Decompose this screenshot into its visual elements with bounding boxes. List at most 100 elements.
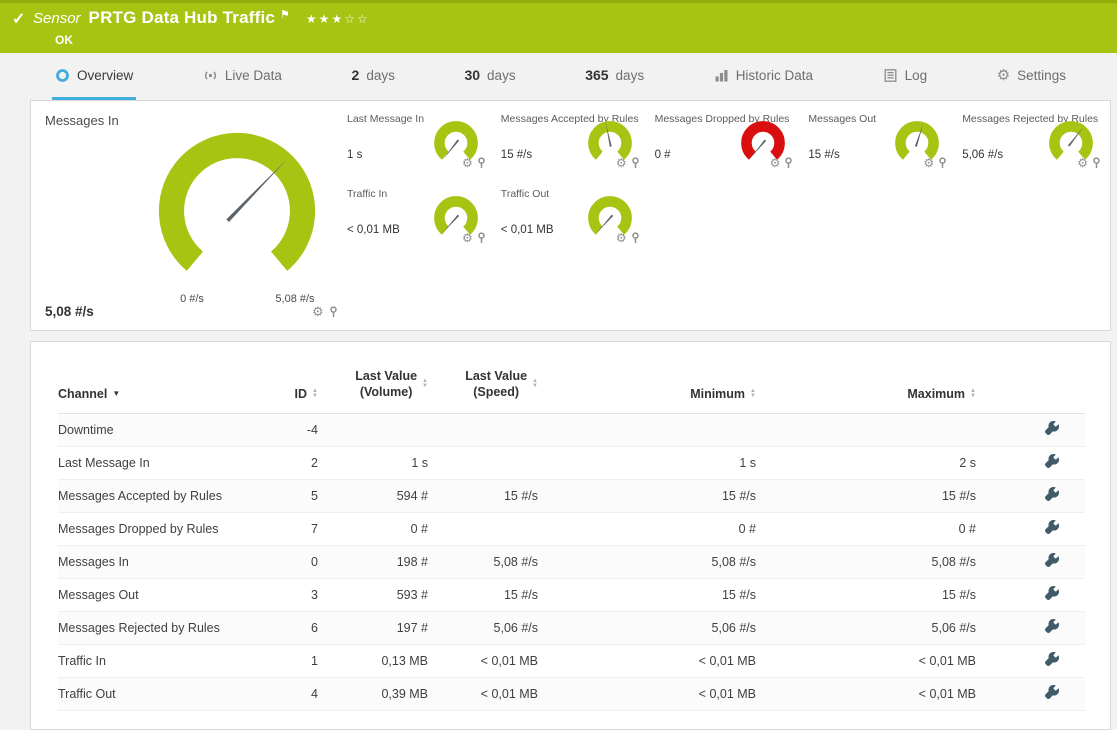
gauge-actions: ⚙ bbox=[1077, 157, 1102, 169]
tab-2-days[interactable]: ⚙ 2 days bbox=[349, 53, 398, 100]
gauge-traffic-out: Traffic Out < 0,01 MB ⚙ bbox=[495, 182, 649, 257]
channel-row[interactable]: Messages Dropped by Rules 7 0 # 0 # 0 # bbox=[58, 512, 1085, 545]
column-label: ID bbox=[295, 387, 308, 401]
channel-settings-wrench-icon[interactable] bbox=[1045, 652, 1059, 666]
prtg-sensor-page: ✓ Sensor PRTG Data Hub Traffic ⚑ ★★★☆☆ O… bbox=[0, 0, 1117, 730]
gauge-pin-icon[interactable] bbox=[630, 232, 641, 244]
tab-365-days[interactable]: ⚙ 365 days bbox=[582, 53, 647, 100]
channel-row[interactable]: Messages Out 3 593 # 15 #/s 15 #/s 15 #/… bbox=[58, 578, 1085, 611]
gauge-settings-gear-icon[interactable]: ⚙ bbox=[616, 232, 627, 244]
gauge-value: 5,08 #/s bbox=[45, 304, 94, 319]
gauge-settings-gear-icon[interactable]: ⚙ bbox=[770, 157, 781, 169]
channel-settings-wrench-icon[interactable] bbox=[1045, 520, 1059, 534]
column-header-channel[interactable]: Channel▼ bbox=[58, 387, 120, 401]
channel-id: -4 bbox=[288, 413, 318, 446]
minimum-value: 5,06 #/s bbox=[538, 611, 756, 644]
channel-row[interactable]: Messages Accepted by Rules 5 594 # 15 #/… bbox=[58, 479, 1085, 512]
gauge-settings-gear-icon[interactable]: ⚙ bbox=[462, 232, 473, 244]
gauge-settings-gear-icon[interactable]: ⚙ bbox=[923, 157, 934, 169]
tab-overview[interactable]: ⚙ Overview bbox=[52, 53, 136, 100]
minimum-value: 15 #/s bbox=[538, 578, 756, 611]
gauge-pin-icon[interactable] bbox=[1091, 157, 1102, 169]
column-header-id[interactable]: ID▲▼ bbox=[295, 387, 318, 401]
channel-settings-wrench-icon[interactable] bbox=[1045, 619, 1059, 633]
gauge-actions: ⚙ bbox=[312, 305, 339, 318]
channel-table-panel: Channel▼ ID▲▼ Last Value(Volume)▲▼ Last … bbox=[30, 341, 1111, 730]
channel-row[interactable]: Messages Rejected by Rules 6 197 # 5,06 … bbox=[58, 611, 1085, 644]
gauge-settings-gear-icon[interactable]: ⚙ bbox=[312, 305, 324, 318]
channel-id: 5 bbox=[288, 479, 318, 512]
channel-id: 3 bbox=[288, 578, 318, 611]
gauge-actions: ⚙ bbox=[616, 232, 641, 244]
small-gauge-grid: Last Message In 1 s ⚙ Messages Accepted … bbox=[341, 107, 1110, 330]
maximum-value: 0 # bbox=[756, 512, 976, 545]
gauge-messages-accepted-by-rules: Messages Accepted by Rules 15 #/s ⚙ bbox=[495, 107, 649, 182]
gauge-settings-gear-icon[interactable]: ⚙ bbox=[1077, 157, 1088, 169]
gauge-settings-gear-icon[interactable]: ⚙ bbox=[462, 157, 473, 169]
tab-live-data[interactable]: ⚙ Live Data bbox=[200, 53, 285, 100]
tab-settings[interactable]: ⚙ Settings bbox=[994, 53, 1069, 100]
maximum-value: 15 #/s bbox=[756, 479, 976, 512]
channel-table-header: Channel▼ ID▲▼ Last Value(Volume)▲▼ Last … bbox=[58, 342, 1085, 413]
column-label: Channel bbox=[58, 387, 107, 401]
gauge-pin-icon[interactable] bbox=[476, 232, 487, 244]
last-value-volume bbox=[318, 413, 428, 446]
last-value-volume: 0,13 MB bbox=[318, 644, 428, 677]
channel-id: 2 bbox=[288, 446, 318, 479]
gauge-last-message-in: Last Message In 1 s ⚙ bbox=[341, 107, 495, 182]
tab-number: 2 bbox=[352, 67, 360, 83]
gauge-actions: ⚙ bbox=[770, 157, 795, 169]
channel-settings-wrench-icon[interactable] bbox=[1045, 421, 1059, 435]
channel-settings-wrench-icon[interactable] bbox=[1045, 553, 1059, 567]
gauge-messages-out: Messages Out 15 #/s ⚙ bbox=[802, 107, 956, 182]
column-header-minimum[interactable]: Minimum▲▼ bbox=[690, 387, 756, 401]
tab-historic-data[interactable]: ⚙ Historic Data bbox=[711, 53, 816, 100]
last-value-speed bbox=[428, 413, 538, 446]
last-value-speed bbox=[428, 446, 538, 479]
tab-30-days[interactable]: ⚙ 30 days bbox=[461, 53, 518, 100]
channel-name: Downtime bbox=[58, 413, 288, 446]
main-gauge-messages-in: Messages In 0 #/s 5,08 #/s 5,08 #/s ⚙ bbox=[31, 101, 341, 330]
gauge-pin-icon[interactable] bbox=[937, 157, 948, 169]
minimum-value: 1 s bbox=[538, 446, 756, 479]
channel-settings-wrench-icon[interactable] bbox=[1045, 454, 1059, 468]
tab-bar: ⚙ Overview ⚙ Live Data ⚙ 2 bbox=[0, 53, 1117, 100]
gauge-pin-icon[interactable] bbox=[783, 157, 794, 169]
gauge-value: 0 # bbox=[655, 149, 671, 161]
gauge-traffic-in: Traffic In < 0,01 MB ⚙ bbox=[341, 182, 495, 257]
channel-settings-wrench-icon[interactable] bbox=[1045, 685, 1059, 699]
channel-settings-wrench-icon[interactable] bbox=[1045, 487, 1059, 501]
priority-flag-icon[interactable]: ⚑ bbox=[280, 8, 290, 21]
column-header-last-value-volume[interactable]: Last Value(Volume)▲▼ bbox=[355, 368, 428, 401]
column-header-maximum[interactable]: Maximum▲▼ bbox=[907, 387, 976, 401]
channel-row[interactable]: Traffic Out 4 0,39 MB < 0,01 MB < 0,01 M… bbox=[58, 677, 1085, 710]
last-value-speed: 5,06 #/s bbox=[428, 611, 538, 644]
sensor-header: ✓ Sensor PRTG Data Hub Traffic ⚑ ★★★☆☆ O… bbox=[0, 0, 1117, 53]
channel-row[interactable]: Downtime -4 bbox=[58, 413, 1085, 446]
column-header-last-value-speed[interactable]: Last Value(Speed)▲▼ bbox=[465, 368, 538, 401]
gauge-dial[interactable] bbox=[153, 127, 321, 295]
priority-stars[interactable]: ★★★☆☆ bbox=[306, 12, 370, 26]
gauge-value: 5,06 #/s bbox=[962, 149, 1003, 161]
last-value-volume: 0,39 MB bbox=[318, 677, 428, 710]
channel-settings-wrench-icon[interactable] bbox=[1045, 586, 1059, 600]
minimum-value: < 0,01 MB bbox=[538, 644, 756, 677]
tab-log[interactable]: ⚙ Log bbox=[880, 53, 931, 100]
channel-name: Messages Rejected by Rules bbox=[58, 611, 288, 644]
gauge-scale-min: 0 #/s bbox=[161, 293, 223, 305]
column-label: Last Value(Speed) bbox=[465, 368, 527, 401]
column-header-actions bbox=[976, 342, 1085, 413]
channel-row[interactable]: Messages In 0 198 # 5,08 #/s 5,08 #/s 5,… bbox=[58, 545, 1085, 578]
historic-data-icon bbox=[714, 68, 729, 83]
sensor-title: PRTG Data Hub Traffic bbox=[89, 8, 276, 28]
gauge-settings-gear-icon[interactable]: ⚙ bbox=[616, 157, 627, 169]
channel-table-body: Downtime -4 Last Message In 2 1 s bbox=[58, 413, 1085, 710]
gauge-messages-rejected-by-rules: Messages Rejected by Rules 5,06 #/s ⚙ bbox=[956, 107, 1110, 182]
gauge-pin-icon[interactable] bbox=[328, 306, 339, 318]
gauge-pin-icon[interactable] bbox=[630, 157, 641, 169]
channel-row[interactable]: Traffic In 1 0,13 MB < 0,01 MB < 0,01 MB… bbox=[58, 644, 1085, 677]
gauge-pin-icon[interactable] bbox=[476, 157, 487, 169]
gauge-actions: ⚙ bbox=[923, 157, 948, 169]
sensor-kind-label: Sensor bbox=[33, 10, 81, 27]
channel-row[interactable]: Last Message In 2 1 s 1 s 2 s bbox=[58, 446, 1085, 479]
